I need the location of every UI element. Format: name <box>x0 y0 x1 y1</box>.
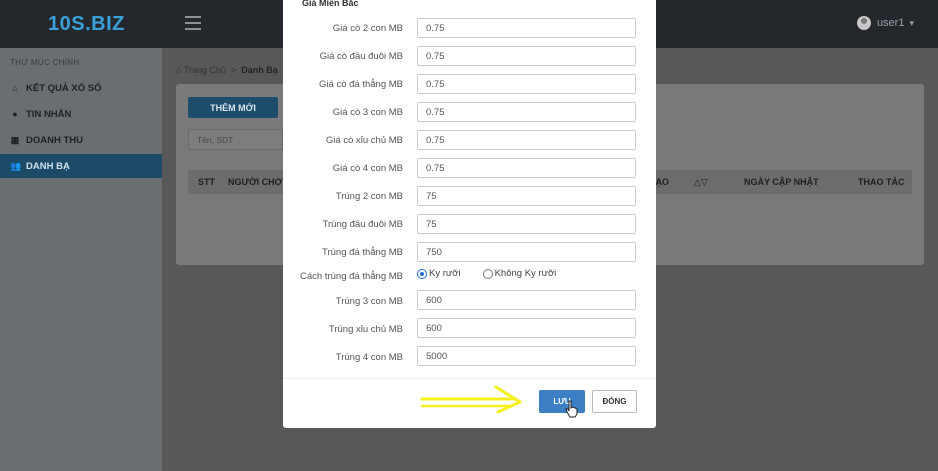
gia-co-2-con-input[interactable]: 0.75 <box>417 18 636 38</box>
home-icon[interactable]: ⌂ <box>176 65 181 75</box>
add-new-button[interactable]: THÊM MỚI <box>188 97 278 118</box>
sidebar-item-label: TIN NHẮN <box>26 108 72 120</box>
section-title: Giá Miền Bắc <box>302 0 359 8</box>
modal-divider <box>283 378 656 379</box>
user-menu[interactable]: user1 ▾ <box>856 16 914 30</box>
message-icon: ● <box>12 109 18 119</box>
radio-label[interactable]: Ky rưỡi <box>429 268 461 279</box>
sidebar-item-tin-nhan[interactable]: ● TIN NHẮN <box>0 102 162 126</box>
field-label: Giá cò 2 con MB <box>332 23 403 34</box>
radio-label[interactable]: Không Ky rưỡi <box>495 268 557 279</box>
price-settings-modal: Giá Miền Bắc Giá cò 2 con MB 0.75 Giá cò… <box>283 0 656 428</box>
gia-co-4-con-input[interactable]: 0.75 <box>417 158 636 178</box>
trung-xiu-chu-input[interactable]: 600 <box>417 318 636 338</box>
home-icon: ⌂ <box>12 83 18 93</box>
trung-4-con-input[interactable]: 5000 <box>417 346 636 366</box>
close-button[interactable]: ĐÓNG <box>592 390 637 413</box>
breadcrumb-home[interactable]: Trang Chủ <box>184 65 226 75</box>
breadcrumb: ⌂ Trang Chủ > Danh Bạ <box>176 65 278 75</box>
sidebar-item-label: DANH BẠ <box>26 160 70 172</box>
sidebar-item-label: DOANH THU <box>26 134 83 146</box>
field-label: Giá cò 3 con MB <box>332 107 403 118</box>
field-label: Giá cò đầu đuôi MB <box>319 51 403 62</box>
trung-2-con-input[interactable]: 75 <box>417 186 636 206</box>
sidebar: THƯ MỤC CHÍNH ⌂ KẾT QUẢ XỔ SỐ ● TIN NHẮN… <box>0 48 162 471</box>
field-label: Giá cò đá thẳng MB <box>319 79 403 90</box>
radio-group-label: Cách trúng đá thẳng MB <box>300 271 403 282</box>
trung-3-con-input[interactable]: 600 <box>417 290 636 310</box>
avatar-icon <box>856 16 871 30</box>
sidebar-item-danh-ba[interactable]: 👥 DANH BẠ <box>0 154 162 178</box>
search-input[interactable]: Tên, SDT <box>188 129 283 150</box>
brand-logo[interactable]: 10S.BIZ <box>48 13 125 36</box>
field-label: Trúng 2 con MB <box>335 191 403 202</box>
field-label: Trúng 3 con MB <box>335 296 403 307</box>
field-label: Trúng đá thẳng MB <box>322 247 403 258</box>
sidebar-item-doanh-thu[interactable]: ▦ DOANH THU <box>0 128 162 152</box>
trung-dau-duoi-input[interactable]: 75 <box>417 214 636 234</box>
annotation-arrow-icon <box>420 385 522 414</box>
grid-icon: ▦ <box>10 134 20 145</box>
col-ngay-cap-nhat[interactable]: NGÀY CẬP NHẬT <box>744 177 819 187</box>
field-label: Giá cò 4 con MB <box>332 163 403 174</box>
radio-khong-ky-ruoi[interactable] <box>482 268 493 279</box>
gia-co-dau-duoi-input[interactable]: 0.75 <box>417 46 636 66</box>
sidebar-item-ket-qua-xo-so[interactable]: ⌂ KẾT QUẢ XỔ SỐ <box>0 76 162 100</box>
menu-toggle-icon[interactable] <box>185 16 201 30</box>
col-thao-tac: THAO TÁC <box>858 177 905 187</box>
trung-da-thang-input[interactable]: 750 <box>417 242 636 262</box>
user-name: user1 <box>876 17 905 29</box>
hand-cursor-icon <box>565 400 578 418</box>
cach-trung-radio-group: Ky rưỡi Không Ky rưỡi <box>417 268 578 279</box>
field-label: Trúng 4 con MB <box>335 352 403 363</box>
field-label: Trúng đầu đuôi MB <box>322 219 403 230</box>
gia-co-3-con-input[interactable]: 0.75 <box>417 102 636 122</box>
field-label: Giá cò xỉu chủ MB <box>325 135 403 146</box>
chevron-down-icon: ▾ <box>909 17 914 28</box>
sidebar-item-label: KẾT QUẢ XỔ SỐ <box>26 82 102 94</box>
users-icon: 👥 <box>10 160 22 171</box>
col-nguoi-choi[interactable]: NGƯỜI CHƠ <box>228 177 282 187</box>
col-stt[interactable]: STT <box>198 177 215 187</box>
breadcrumb-separator: > <box>230 65 237 75</box>
breadcrumb-current: Danh Bạ <box>241 65 278 75</box>
radio-ky-ruoi[interactable] <box>417 268 427 279</box>
field-label: Trúng xỉu chủ MB <box>328 324 403 335</box>
sort-icon[interactable]: △▽ <box>694 177 708 188</box>
gia-co-xiu-chu-input[interactable]: 0.75 <box>417 130 636 150</box>
sidebar-title: THƯ MỤC CHÍNH <box>10 58 80 67</box>
gia-co-da-thang-input[interactable]: 0.75 <box>417 74 636 94</box>
